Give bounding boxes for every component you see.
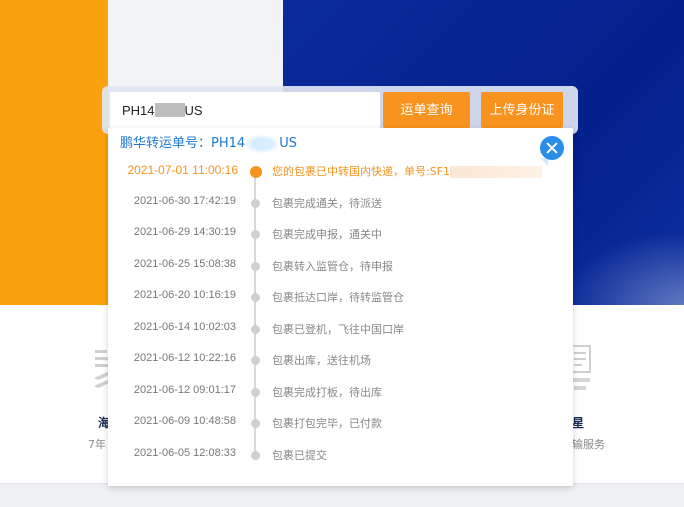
event-time: 2021-06-29 14:30:19: [133, 226, 236, 238]
input-value-prefix: PH14: [122, 102, 155, 118]
event-desc: 您的包裹已中转国内快递，单号:SF1: [272, 163, 543, 179]
footer-band: [0, 484, 684, 507]
event-time: 2021-06-30 17:42:19: [133, 195, 236, 207]
redaction-mask: [154, 103, 185, 117]
timeline-dot-active: [250, 166, 262, 178]
tracking-number-suffix: US: [279, 136, 297, 151]
timeline-dot: [251, 262, 260, 271]
event-desc: 包裹已提交: [272, 449, 327, 462]
event-time: 2021-06-05 12:08:33: [133, 447, 236, 459]
tracking-label: 鹏华转运单号：: [120, 136, 212, 151]
timeline-event: 2021-06-12 10:22:16 包裹出库，送往机场: [108, 352, 573, 372]
timeline-event: 2021-06-09 10:48:58 包裹打包完毕，已付款: [108, 415, 573, 435]
tracking-number-input[interactable]: PH14 US: [110, 92, 380, 128]
timeline-dot: [251, 388, 260, 397]
event-desc: 包裹出库，送往机场: [272, 354, 371, 367]
event-time: 2021-06-14 10:02:03: [133, 321, 236, 333]
timeline-event: 2021-06-30 17:42:19 包裹完成通关，待派送: [108, 195, 573, 215]
timeline-event: 2021-07-01 11:00:16 您的包裹已中转国内快递，单号:SF1: [108, 163, 573, 183]
event-time: 2021-06-12 09:01:17: [133, 384, 236, 396]
upload-id-button[interactable]: 上传身份证: [481, 92, 563, 128]
timeline-dot: [251, 293, 260, 302]
event-time: 2021-06-20 10:16:19: [133, 289, 236, 301]
event-desc: 包裹打包完毕，已付款: [272, 417, 382, 430]
timeline-dot: [251, 451, 260, 460]
close-icon[interactable]: [540, 136, 564, 160]
panel-header: 鹏华转运单号：PH14 US: [120, 132, 297, 153]
timeline-dot: [251, 356, 260, 365]
timeline-event: 2021-06-29 14:30:19 包裹完成申报，通关中: [108, 226, 573, 246]
timeline-dot: [251, 325, 260, 334]
timeline-dot: [251, 419, 260, 428]
event-desc-text: 您的包裹已中转国内快递，单号:SF1: [272, 165, 451, 178]
tracking-query-button[interactable]: 运单查询: [383, 92, 470, 128]
hero-orange-block: [0, 0, 108, 305]
event-desc: 包裹转入监管仓，待申报: [272, 260, 393, 273]
timeline-event: 2021-06-14 10:02:03 包裹已登机，飞往中国口岸: [108, 321, 573, 341]
event-time: 2021-06-25 15:08:38: [133, 258, 236, 270]
timeline-event: 2021-06-25 15:08:38 包裹转入监管仓，待申报: [108, 258, 573, 278]
timeline-event: 2021-06-12 09:01:17 包裹完成打板，待出库: [108, 384, 573, 404]
event-time: 2021-06-09 10:48:58: [133, 415, 236, 427]
event-desc: 包裹完成申报，通关中: [272, 228, 382, 241]
event-desc: 包裹已登机，飞往中国口岸: [272, 323, 404, 336]
event-desc: 包裹完成打板，待出库: [272, 386, 382, 399]
banner-glow: [560, 230, 684, 305]
redaction-mask: [245, 134, 280, 153]
timeline-dot: [251, 199, 260, 208]
tracking-number-prefix: PH14: [211, 136, 246, 151]
event-desc: 包裹抵达口岸，待转监管仓: [272, 291, 404, 304]
event-time: 2021-06-12 10:22:16: [133, 352, 236, 364]
event-desc: 包裹完成通关，待派送: [272, 197, 382, 210]
event-time: 2021-07-01 11:00:16: [127, 163, 238, 177]
timeline-dot: [251, 230, 260, 239]
redaction-mask: [450, 166, 543, 178]
feature-desc-left: 7年: [88, 438, 106, 451]
input-value-suffix: US: [184, 102, 203, 118]
timeline-event: 2021-06-20 10:16:19 包裹抵达口岸，待转监管仓: [108, 289, 573, 309]
feature-title-right: 星: [572, 416, 585, 430]
timeline-event: 2021-06-05 12:08:33 包裹已提交: [108, 447, 573, 467]
feature-desc-right: 输服务: [572, 438, 605, 451]
